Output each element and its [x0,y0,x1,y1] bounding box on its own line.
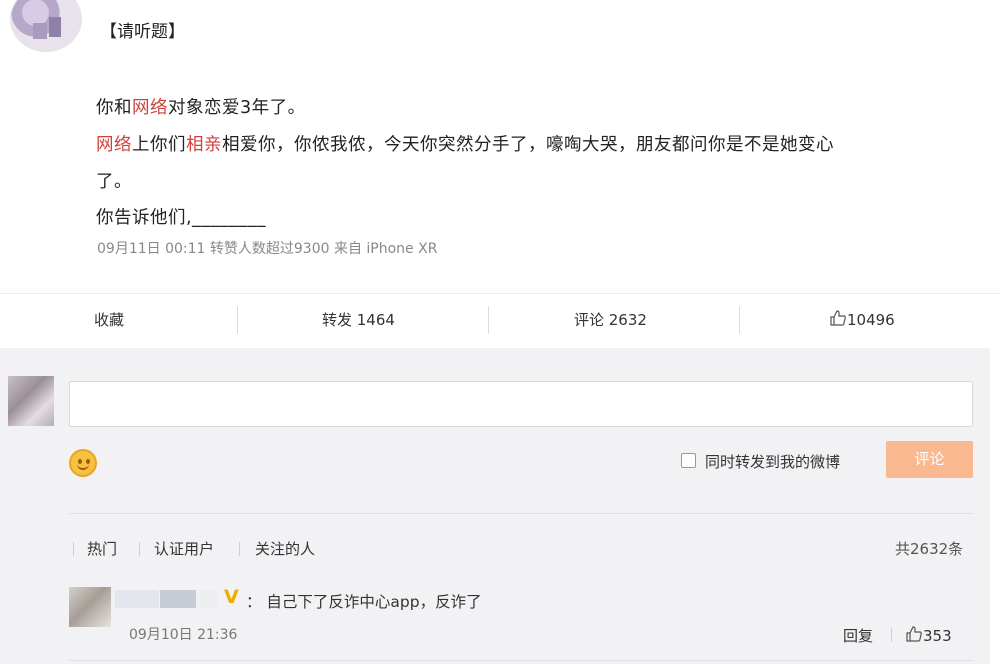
like-count: 10496 [847,311,895,329]
thumbs-up-icon [906,626,922,642]
comment-text: ： 自己下了反诈中心app，反诈了 [246,593,482,611]
my-avatar [8,376,54,426]
author-avatar[interactable] [10,0,82,52]
post-line-1: 你和网络对象恋爱3年了。 [96,98,306,118]
post-meta: 09月11日 00:11 转赞人数超过9300 来自 iPhone XR [97,241,438,257]
repost-button[interactable]: 转发 1464 [322,294,395,346]
commenter-name-redacted[interactable] [160,590,196,608]
post-line-2: 网络上你们相亲相爱你，你侬我侬，今天你突然分手了，嚎啕大哭，朋友都问你是不是她变… [96,135,834,155]
comment-time: 09月10日 21:36 [129,627,238,643]
filter-hot[interactable]: 热门 [87,538,117,559]
comment-like-count: 353 [923,627,952,645]
divider [69,660,973,661]
divider [69,513,973,514]
divider [891,628,892,642]
topic-link-network[interactable]: 网络 [96,135,132,155]
repost-checkbox[interactable] [681,453,696,468]
topic-link-blind-date[interactable]: 相亲 [186,135,222,155]
commenter-name-redacted[interactable] [200,590,218,608]
bar-divider [237,306,238,334]
reply-button[interactable]: 回复 [843,625,873,646]
post-line-4: 你告诉他们,________ [96,208,267,228]
filter-divider [73,542,74,556]
topic-link-network[interactable]: 网络 [132,98,168,118]
favorite-button[interactable]: 收藏 [94,294,124,346]
repost-checkbox-label[interactable]: 同时转发到我的微博 [705,451,840,472]
commenter-name-redacted[interactable] [115,590,159,608]
verified-v-icon: V [224,586,239,608]
post-line-3: 了。 [96,172,132,192]
commenter-avatar[interactable] [69,587,111,627]
comment-total: 共2632条 [895,540,964,558]
action-bar: 收藏 转发 1464 评论 2632 10496 [0,293,1000,345]
filter-verified[interactable]: 认证用户 [154,538,214,559]
thumbs-up-icon [830,310,846,326]
post-tag: 【请听题】 [100,22,185,42]
filter-divider [239,542,240,556]
filter-divider [139,542,140,556]
filter-following[interactable]: 关注的人 [255,538,315,559]
comment-button[interactable]: 评论 2632 [574,294,647,346]
comment-like-button[interactable]: 353 [905,625,952,645]
bar-divider [488,306,489,334]
like-button[interactable]: 10496 [829,294,895,346]
bar-divider [739,306,740,334]
smiley-icon[interactable] [69,449,97,477]
submit-comment-button[interactable]: 评论 [886,441,973,478]
comment-input[interactable] [69,381,973,427]
